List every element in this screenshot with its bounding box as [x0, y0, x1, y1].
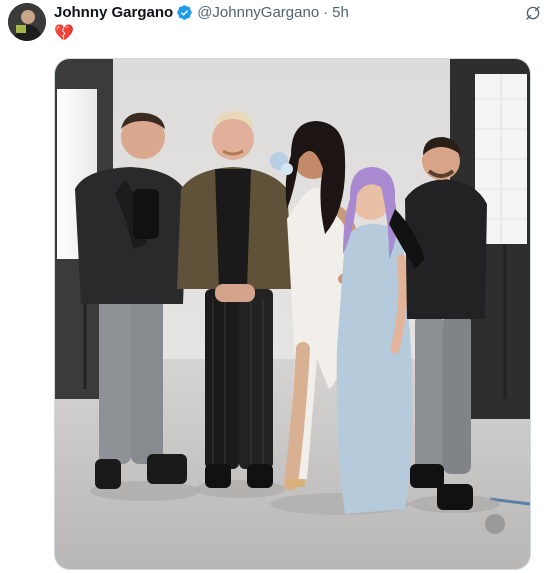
tweet[interactable]: Johnny Gargano @JohnnyGargano · 5h 💔 — [0, 0, 548, 573]
author-handle[interactable]: @JohnnyGargano — [197, 4, 319, 21]
verified-badge-icon — [177, 4, 192, 20]
separator-dot: · — [323, 3, 329, 21]
tweet-photo[interactable] — [54, 58, 531, 570]
tweet-text: 💔 — [54, 25, 74, 42]
author-avatar[interactable] — [8, 3, 46, 41]
photo-image — [55, 59, 530, 569]
author-name[interactable]: Johnny Gargano — [54, 4, 173, 21]
tweet-header: Johnny Gargano @JohnnyGargano · 5h — [54, 2, 349, 22]
avatar-image — [8, 3, 46, 41]
grok-icon[interactable] — [524, 4, 542, 22]
timestamp[interactable]: 5h — [332, 4, 349, 21]
